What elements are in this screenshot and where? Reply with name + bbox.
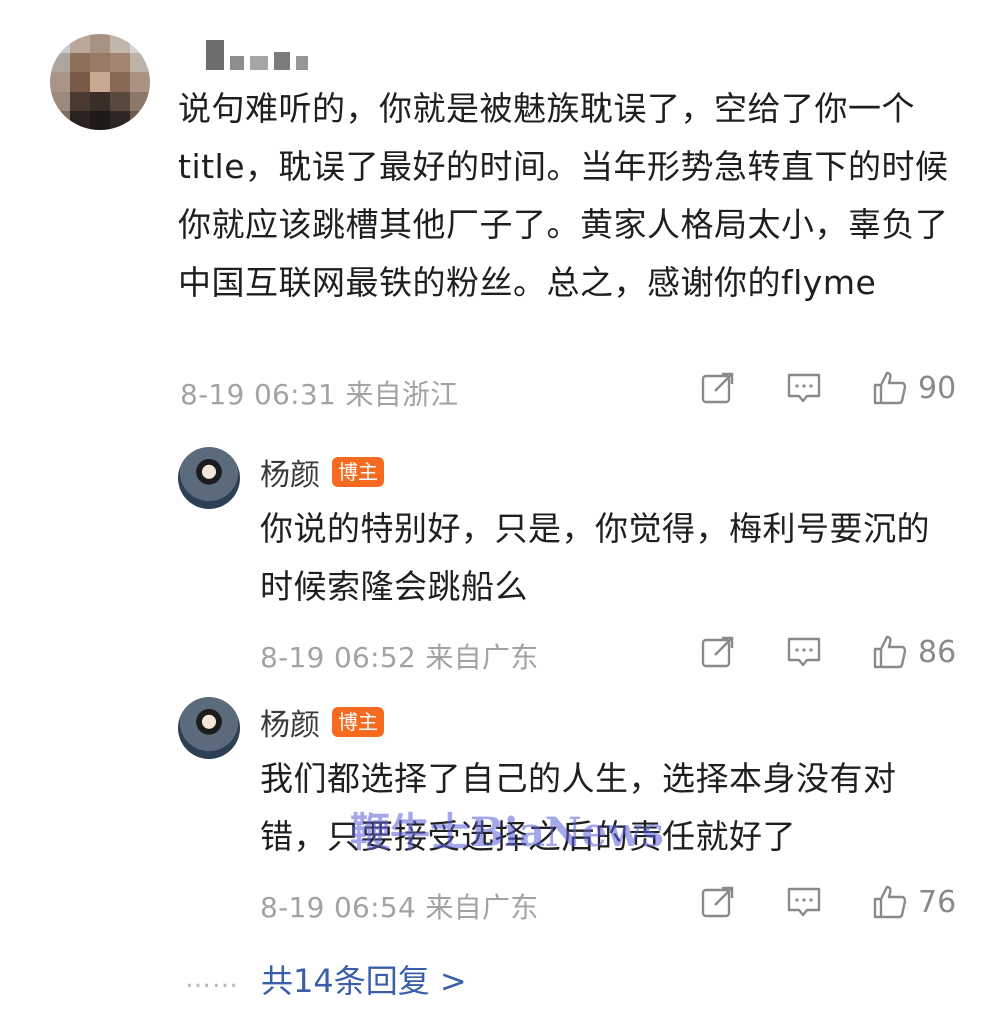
reply-meta: 8-19 06:54 来自广东	[260, 891, 539, 924]
reply-text: 我们都选择了自己的人生，选择本身没有对错，只要接受选择之后的责任就好了	[260, 759, 897, 856]
comment-icon[interactable]	[786, 634, 822, 670]
reply-avatar[interactable]	[178, 697, 240, 759]
thumbs-up-icon[interactable]	[872, 370, 908, 406]
comment-text: 说句难听的，你就是被魅族耽误了，空给了你一个title，耽误了最好的时间。当年形…	[178, 89, 949, 302]
reply-actions: 86	[700, 634, 956, 670]
username[interactable]	[206, 40, 356, 70]
reply-header: 杨颜 博主	[260, 700, 384, 744]
blogger-badge: 博主	[332, 457, 384, 487]
thumbs-up-icon[interactable]	[872, 884, 908, 920]
more-replies-link[interactable]: 共14条回复 >	[261, 956, 467, 1002]
comment-actions: 90	[700, 370, 956, 406]
like-count: 86	[918, 634, 957, 670]
reply-text: 你说的特别好，只是，你觉得，梅利号要沉的时候索隆会跳船么	[260, 509, 930, 606]
reply-header: 杨颜 博主	[260, 450, 384, 494]
comment-icon[interactable]	[786, 884, 822, 920]
comment-meta: 8-19 06:31 来自浙江	[180, 378, 459, 411]
like-count: 76	[918, 884, 957, 920]
reply-avatar[interactable]	[178, 447, 240, 509]
reply-meta: 8-19 06:52 来自广东	[260, 641, 539, 674]
forward-icon[interactable]	[700, 370, 736, 406]
forward-icon[interactable]	[700, 634, 736, 670]
reply-actions: 76	[700, 884, 956, 920]
reply-author[interactable]: 杨颜	[260, 700, 320, 744]
blogger-badge: 博主	[332, 707, 384, 737]
like-count: 90	[918, 370, 957, 406]
ellipsis: ……	[185, 964, 239, 994]
thumbs-up-icon[interactable]	[872, 634, 908, 670]
avatar[interactable]	[50, 34, 150, 130]
reply-author[interactable]: 杨颜	[260, 450, 320, 494]
forward-icon[interactable]	[700, 884, 736, 920]
more-replies-row: …… 共14条回复 >	[185, 956, 467, 1002]
comment-icon[interactable]	[786, 370, 822, 406]
